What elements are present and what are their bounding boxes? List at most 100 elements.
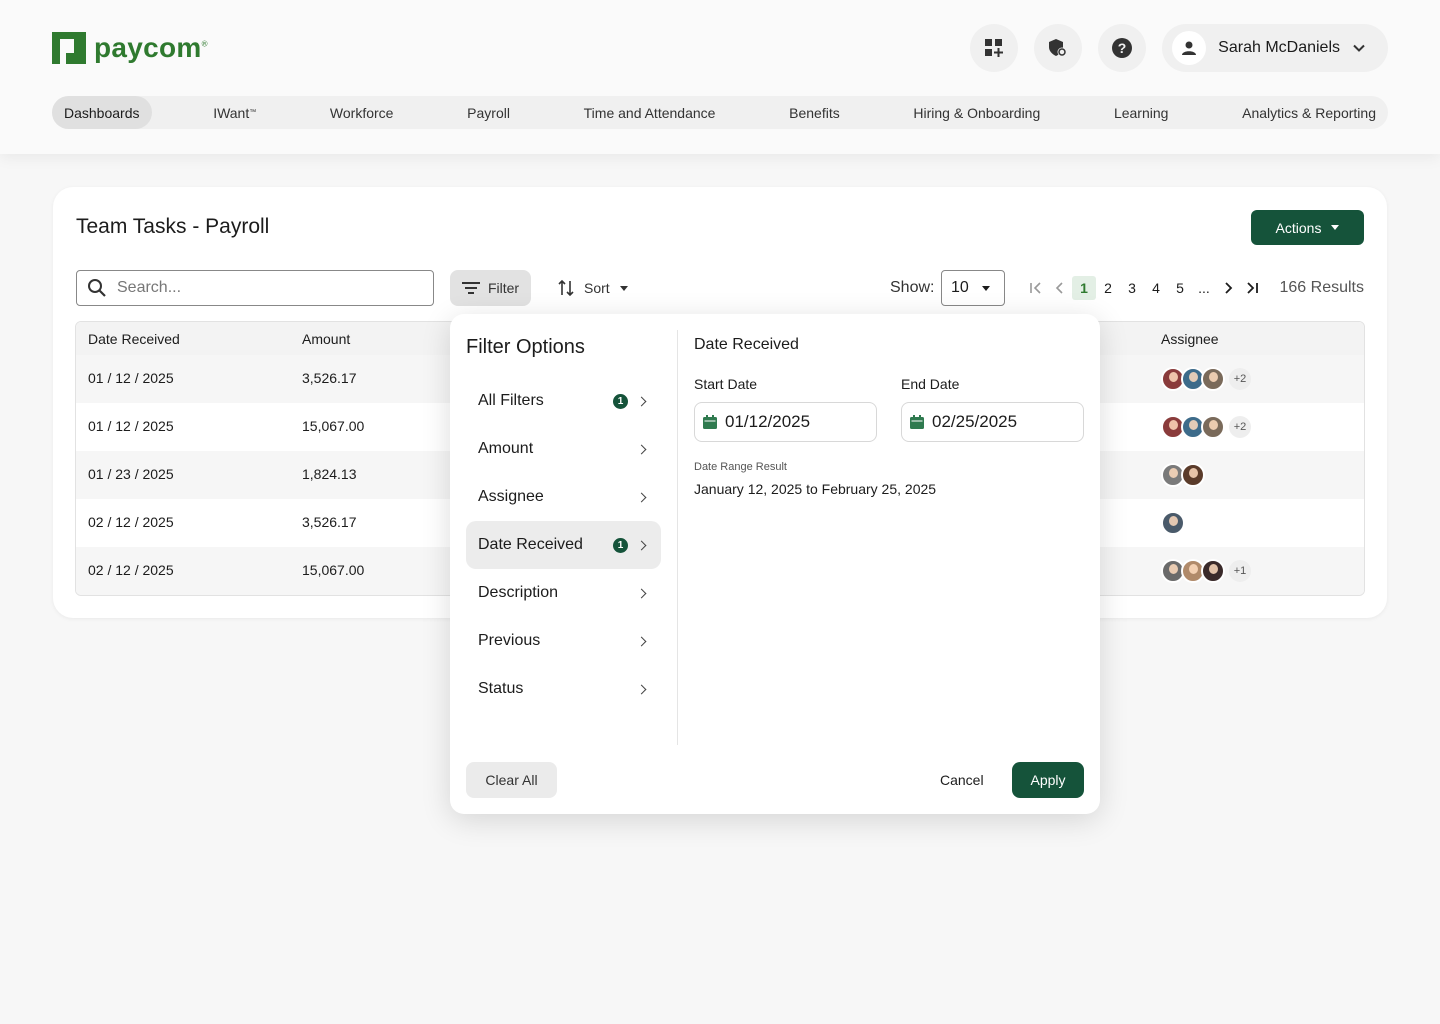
nav-item-dashboards[interactable]: Dashboards bbox=[52, 96, 152, 129]
end-date-label: End Date bbox=[901, 376, 960, 392]
nav-item-payroll[interactable]: Payroll bbox=[455, 96, 522, 129]
column-header-assignee[interactable]: Assignee bbox=[1161, 331, 1219, 347]
actions-button[interactable]: Actions bbox=[1251, 210, 1364, 245]
actions-label: Actions bbox=[1275, 219, 1322, 236]
end-date-input[interactable]: 02/25/2025 bbox=[901, 402, 1084, 442]
page-button[interactable]: 2 bbox=[1096, 276, 1120, 300]
filter-option-label: Amount bbox=[478, 440, 534, 457]
paycom-logo[interactable]: paycom® bbox=[52, 32, 208, 64]
apply-button[interactable]: Apply bbox=[1012, 762, 1084, 798]
search-input[interactable] bbox=[117, 279, 417, 297]
page-title: Team Tasks - Payroll bbox=[76, 215, 270, 238]
chevron-right-icon bbox=[636, 492, 647, 502]
nav-item-hiring-onboarding[interactable]: Hiring & Onboarding bbox=[901, 96, 1052, 129]
nav-item-analytics-reporting[interactable]: Analytics & Reporting bbox=[1230, 96, 1388, 129]
calendar-icon bbox=[703, 415, 717, 429]
amount-cell: 1,824.13 bbox=[302, 466, 357, 482]
calendar-icon bbox=[910, 415, 924, 429]
caret-down-icon bbox=[1331, 225, 1340, 230]
assignee-avatars[interactable] bbox=[1161, 511, 1185, 535]
pagination: 1 2 3 4 5 ... bbox=[1024, 276, 1264, 300]
page-size-select[interactable]: 10 bbox=[941, 270, 1005, 306]
chevron-right-icon bbox=[636, 684, 647, 694]
search-icon bbox=[88, 279, 106, 297]
last-page-button[interactable] bbox=[1240, 276, 1264, 300]
amount-cell: 15,067.00 bbox=[302, 418, 365, 434]
page-button[interactable]: 5 bbox=[1168, 276, 1192, 300]
nav-item-workforce[interactable]: Workforce bbox=[318, 96, 406, 129]
filter-option[interactable]: Amount bbox=[466, 425, 661, 473]
nav-item-time-attendance[interactable]: Time and Attendance bbox=[572, 96, 728, 129]
assignee-avatars[interactable]: +2 bbox=[1161, 415, 1251, 439]
date-cell: 01 / 12 / 2025 bbox=[88, 370, 174, 386]
chevron-down-icon bbox=[1353, 44, 1365, 52]
shield-settings-icon bbox=[1049, 39, 1067, 57]
filter-option-label: All Filters bbox=[478, 392, 544, 409]
nav-item-learning[interactable]: Learning bbox=[1102, 96, 1181, 129]
first-page-button[interactable] bbox=[1024, 276, 1048, 300]
chevron-right-icon bbox=[636, 396, 647, 406]
date-cell: 02 / 12 / 2025 bbox=[88, 562, 174, 578]
apps-add-button[interactable] bbox=[970, 24, 1019, 72]
last-page-icon bbox=[1247, 282, 1258, 294]
filter-option[interactable]: Description bbox=[466, 569, 661, 617]
filter-options-popover: Filter Options All Filters 1 Amount Assigne… bbox=[450, 314, 1100, 814]
chevron-right-icon bbox=[636, 636, 647, 646]
app-header: paycom® ? Sarah McDaniels Dashboards IWa… bbox=[0, 0, 1440, 154]
filter-button[interactable]: Filter bbox=[450, 270, 531, 306]
clear-all-button[interactable]: Clear All bbox=[466, 762, 557, 798]
show-label: Show: bbox=[890, 279, 935, 296]
assignee-avatars[interactable]: +2 bbox=[1161, 367, 1251, 391]
chevron-right-icon bbox=[636, 444, 647, 454]
nav-item-iwant[interactable]: IWant ™ bbox=[201, 96, 268, 129]
date-cell: 01 / 23 / 2025 bbox=[88, 466, 174, 482]
sort-button[interactable]: Sort bbox=[558, 270, 628, 306]
page-button[interactable]: 3 bbox=[1120, 276, 1144, 300]
filter-option-label: Description bbox=[478, 584, 559, 601]
column-header-amount[interactable]: Amount bbox=[302, 331, 350, 347]
chevron-left-icon bbox=[1055, 282, 1063, 294]
user-menu[interactable]: Sarah McDaniels bbox=[1162, 24, 1388, 72]
avatar bbox=[1201, 367, 1225, 391]
start-date-value: 01/12/2025 bbox=[725, 412, 811, 431]
cancel-button[interactable]: Cancel bbox=[940, 772, 984, 788]
filter-option[interactable]: Assignee bbox=[466, 473, 661, 521]
page-ellipsis: ... bbox=[1198, 280, 1210, 296]
amount-cell: 3,526.17 bbox=[302, 514, 357, 530]
divider bbox=[677, 330, 678, 745]
results-count: 166 Results bbox=[1279, 279, 1365, 296]
date-cell: 02 / 12 / 2025 bbox=[88, 514, 174, 530]
page-button[interactable]: 4 bbox=[1144, 276, 1168, 300]
filter-icon bbox=[461, 282, 480, 294]
filter-option[interactable]: Status bbox=[466, 665, 661, 713]
avatar bbox=[1201, 415, 1225, 439]
filter-count-badge: 1 bbox=[613, 537, 628, 553]
filter-option[interactable]: Date Received 1 bbox=[466, 521, 661, 569]
nav-item-benefits[interactable]: Benefits bbox=[777, 96, 852, 129]
person-icon bbox=[1182, 41, 1197, 55]
filter-option[interactable]: Previous bbox=[466, 617, 661, 665]
date-range-value: January 12, 2025 to February 25, 2025 bbox=[694, 481, 937, 497]
logo-wordmark: paycom® bbox=[94, 32, 208, 63]
assignee-avatars[interactable]: +1 bbox=[1161, 559, 1251, 583]
filter-option[interactable]: All Filters 1 bbox=[466, 377, 661, 425]
start-date-input[interactable]: 01/12/2025 bbox=[694, 402, 877, 442]
filter-option-label: Previous bbox=[478, 632, 541, 649]
chevron-right-icon bbox=[636, 588, 647, 598]
amount-cell: 3,526.17 bbox=[302, 370, 357, 386]
page-button[interactable]: 1 bbox=[1072, 276, 1096, 300]
assignee-avatars[interactable] bbox=[1161, 463, 1205, 487]
end-date-value: 02/25/2025 bbox=[932, 412, 1018, 431]
column-header-date[interactable]: Date Received bbox=[88, 331, 180, 347]
help-icon: ? bbox=[1112, 38, 1133, 58]
security-button[interactable] bbox=[1034, 24, 1083, 72]
search-box bbox=[76, 270, 434, 306]
date-cell: 01 / 12 / 2025 bbox=[88, 418, 174, 434]
help-button[interactable]: ? bbox=[1098, 24, 1147, 72]
apps-add-icon bbox=[985, 39, 1004, 57]
prev-page-button[interactable] bbox=[1048, 276, 1072, 300]
main-nav: Dashboards IWant ™ Workforce Payroll Time… bbox=[52, 96, 1388, 129]
next-page-button[interactable] bbox=[1216, 276, 1240, 300]
logo-mark-icon bbox=[52, 32, 86, 64]
filter-section-title: Date Received bbox=[694, 336, 799, 353]
